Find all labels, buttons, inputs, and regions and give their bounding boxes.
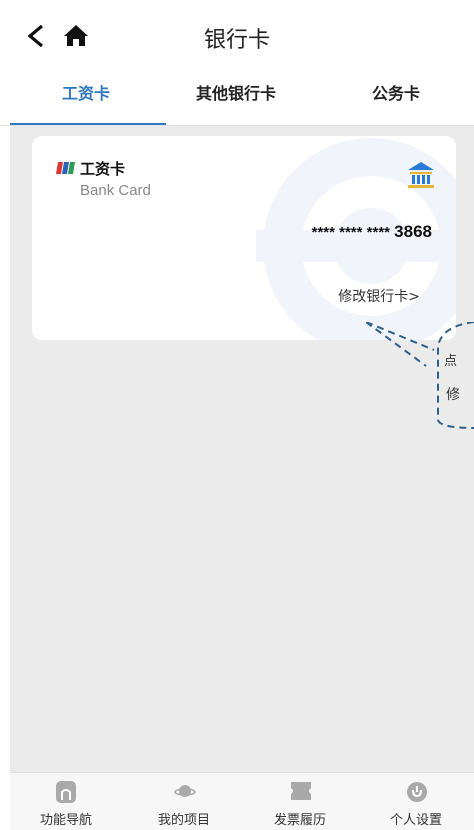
- nav-item-personal-settings[interactable]: 个人设置: [366, 773, 466, 830]
- tab-salary-card[interactable]: 工资卡: [62, 80, 110, 104]
- page-title: 银行卡: [0, 22, 474, 54]
- tab-bar: 工资卡 其他银行卡 公务卡: [0, 70, 474, 126]
- home-icon: [56, 781, 76, 803]
- hint-text-line1: 点: [444, 354, 458, 369]
- power-icon: [407, 782, 427, 802]
- active-tab-indicator: [10, 123, 166, 125]
- card-title: 工资卡: [80, 160, 126, 178]
- content-area: 工资卡 Bank Card **** **** **** 3868 修改银行卡>: [10, 126, 474, 772]
- page-title-text: 银行卡: [203, 28, 270, 53]
- tab-official-card[interactable]: 公务卡: [372, 80, 420, 104]
- hint-callout-icon: [366, 322, 474, 429]
- header: 银行卡: [0, 0, 474, 70]
- card-number-masked: **** **** ****: [311, 224, 390, 241]
- card-number-last4: 3868: [394, 222, 432, 241]
- card-brand-icon: [56, 162, 75, 174]
- nav-item-invoice-history[interactable]: 发票履历: [250, 773, 350, 830]
- modify-bank-card-link[interactable]: 修改银行卡>: [338, 286, 420, 306]
- ticket-icon: [291, 782, 311, 800]
- card-number: **** **** **** 3868: [312, 222, 432, 242]
- nav-label: 个人设置: [389, 813, 442, 828]
- nav-label: 功能导航: [39, 813, 92, 828]
- tab-other-bank-card[interactable]: 其他银行卡: [196, 80, 276, 104]
- bank-icon: [408, 162, 434, 188]
- nav-label: 我的项目: [157, 813, 210, 828]
- nav-item-function-navigation[interactable]: 功能导航: [16, 773, 116, 830]
- card-subtitle: Bank Card: [80, 182, 151, 199]
- hint-text-line2: 修: [446, 387, 460, 403]
- bank-card[interactable]: 工资卡 Bank Card **** **** **** 3868 修改银行卡>: [32, 136, 456, 340]
- planet-icon: [174, 785, 196, 797]
- nav-item-my-projects[interactable]: 我的项目: [134, 773, 234, 830]
- bottom-nav: 功能导航 我的项目 发票履历 个人设置: [10, 772, 474, 830]
- nav-label: 发票履历: [273, 813, 326, 828]
